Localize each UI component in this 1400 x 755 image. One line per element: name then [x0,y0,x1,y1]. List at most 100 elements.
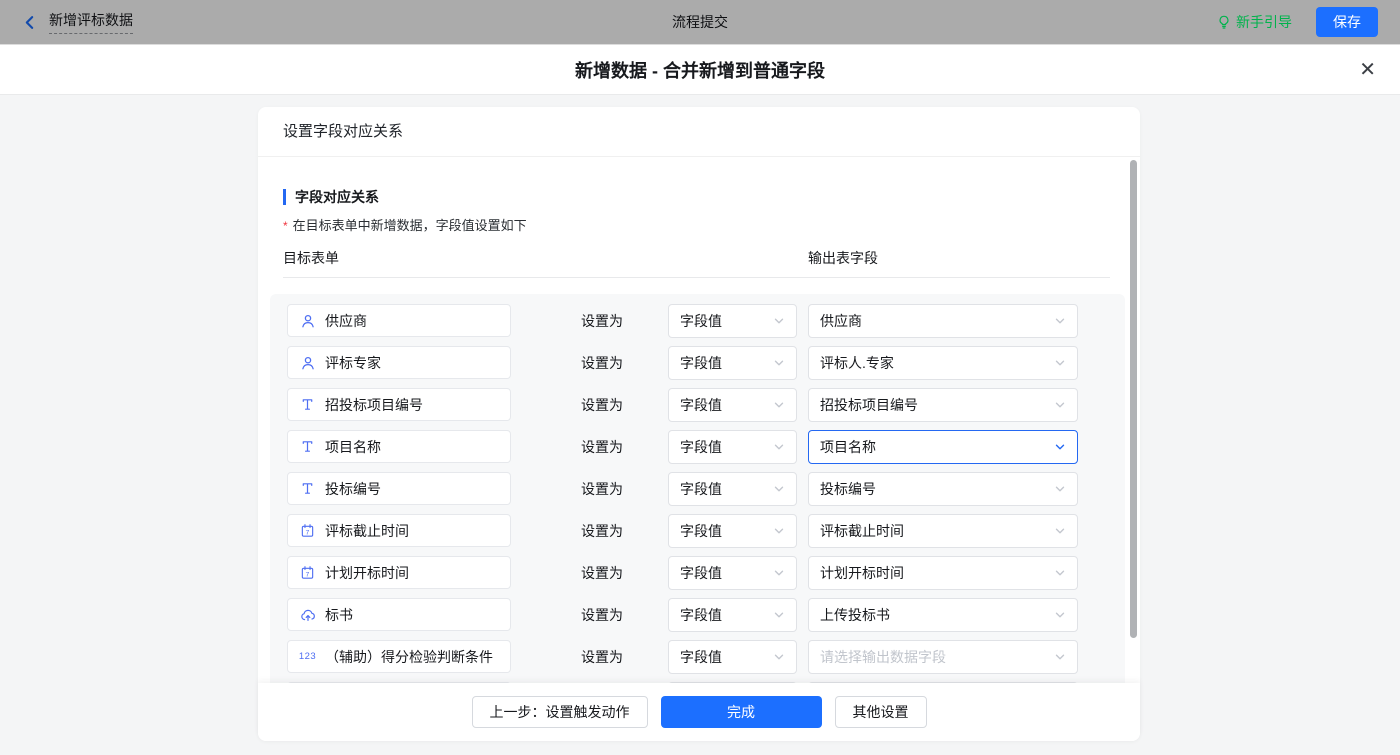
vertical-scrollbar[interactable] [1130,160,1137,638]
modal-header: 新增数据 - 合并新增到普通字段 ✕ [0,45,1400,95]
chevron-down-icon [1054,399,1066,411]
user-icon [299,313,316,329]
save-button[interactable]: 保存 [1316,7,1378,37]
chevron-down-icon [1054,567,1066,579]
required-mark: * [283,219,288,233]
target-field-box[interactable]: 投标编号 [287,472,511,505]
field-mapping-row: 标书 设置为 字段值 上传投标书 [287,598,1108,631]
beginner-guide-link[interactable]: 新手引导 [1217,12,1292,32]
output-field-select[interactable]: 计划开标时间 [808,556,1078,590]
value-type-select[interactable]: 字段值 [668,304,797,338]
set-as-label: 设置为 [581,479,625,499]
target-field-box[interactable]: 7计划开标时间 [287,556,511,589]
output-field-value: 请选择输出数据字段 [820,647,946,667]
value-type-value: 字段值 [680,353,722,373]
output-field-select[interactable]: 评标截止时间 [808,514,1078,548]
field-mapping-row: 评标专家设置为字段值评标人.专家 [287,346,1108,379]
output-field-value: 招投标项目编号 [820,395,918,415]
output-field-value: 上传投标书 [820,605,890,625]
target-field-box[interactable]: 7评标截止时间 [287,514,511,547]
value-type-select[interactable]: 字段值 [668,430,797,464]
target-field-box[interactable]: 评标专家 [287,346,511,379]
chevron-down-icon [773,315,785,327]
value-type-value: 字段值 [680,479,722,499]
previous-step-button[interactable]: 上一步：设置触发动作 [472,696,648,728]
chevron-down-icon [1054,315,1066,327]
svg-text:7: 7 [306,571,310,578]
value-type-value: 字段值 [680,521,722,541]
value-type-value: 字段值 [680,437,722,457]
target-field-box[interactable]: 123（辅助）得分检验判断条件 [287,640,511,673]
set-as-label: 设置为 [581,521,625,541]
chevron-down-icon [773,525,785,537]
field-mapping-row: 招投标项目编号设置为字段值招投标项目编号 [287,388,1108,421]
value-type-select[interactable]: 字段值 [668,346,797,380]
target-field-box[interactable]: 项目名称 [287,430,511,463]
output-field-select[interactable]: 招投标项目编号 [808,388,1078,422]
output-field-select[interactable]: 上传投标书 [808,598,1078,632]
output-field-value: 供应商 [820,311,862,331]
text-icon [299,439,316,454]
value-type-select[interactable]: 字段值 [668,388,797,422]
chevron-down-icon [773,483,785,495]
set-as-label: 设置为 [581,311,625,331]
target-field-label: 评标截止时间 [325,521,409,541]
beginner-guide-label: 新手引导 [1236,12,1292,32]
output-field-value: 计划开标时间 [820,563,904,583]
output-field-select[interactable]: 评标人.专家 [808,346,1078,380]
target-field-label: 投标编号 [325,479,381,499]
value-type-value: 字段值 [680,647,722,667]
field-mapping-row: 供应商 设置为 字段值 供应商 [287,304,1108,337]
output-field-select[interactable]: 投标编号 [808,472,1078,506]
close-icon[interactable]: ✕ [1359,60,1376,80]
target-field-box[interactable]: 招投标项目编号 [287,388,511,421]
text-icon [299,397,316,412]
chevron-down-icon [1054,483,1066,495]
field-mapping-row: 投标编号 设置为 字段值 投标编号 [287,472,1108,505]
other-settings-button[interactable]: 其他设置 [835,696,927,728]
modal-body: 设置字段对应关系 字段对应关系 *在目标表单中新增数据，字段值设置如下 目标表单… [0,95,1400,755]
value-type-select[interactable]: 字段值 [668,472,797,506]
user-icon [299,355,316,371]
field-mapping-row: 项目名称 设置为 字段值 项目名称 [287,430,1108,463]
target-field-label: 标书 [325,605,353,625]
card-scroll-area[interactable]: 字段对应关系 *在目标表单中新增数据，字段值设置如下 目标表单 输出表字段 供应… [258,157,1140,683]
set-as-label: 设置为 [581,647,625,667]
top-header-bar: 新增评标数据 流程提交 新手引导 保存 [0,0,1400,45]
value-type-select[interactable]: 字段值 [668,640,797,674]
target-field-box[interactable]: 标书 [287,598,511,631]
value-type-value: 字段值 [680,563,722,583]
set-as-label: 设置为 [581,605,625,625]
value-type-select[interactable]: 字段值 [668,514,797,548]
output-field-value: 项目名称 [820,437,876,457]
output-field-value: 投标编号 [820,479,876,499]
output-field-select[interactable]: 项目名称 [808,430,1078,464]
chevron-down-icon [1054,651,1066,663]
target-field-label: 评标专家 [325,353,381,373]
output-field-select[interactable]: 供应商 [808,304,1078,338]
lightbulb-icon [1217,15,1231,29]
set-as-label: 设置为 [581,437,625,457]
text-icon [299,481,316,496]
chevron-down-icon [773,441,785,453]
field-mapping-row: 7评标截止时间 设置为 字段值 评标截止时间 [287,514,1108,547]
finish-button[interactable]: 完成 [661,696,822,728]
rows-panel: 供应商设置为字段值供应商评标专家设置为字段值评标人.专家招投标项目编号设置为字段… [270,294,1125,683]
chevron-down-icon [773,399,785,411]
number-icon: 123 [299,651,316,662]
output-field-select[interactable]: 请选择输出数据字段 [808,640,1078,674]
upload-icon [299,607,316,623]
target-field-label: 项目名称 [325,437,381,457]
value-type-select[interactable]: 字段值 [668,556,797,590]
calendar-icon: 7 [299,565,316,580]
chevron-down-icon [773,357,785,369]
chevron-down-icon [773,609,785,621]
target-field-box[interactable]: 供应商 [287,304,511,337]
chevron-down-icon [773,567,785,579]
column-header-divider [283,277,1110,278]
section-title: 字段对应关系 [283,189,1115,205]
field-mapping-card: 设置字段对应关系 字段对应关系 *在目标表单中新增数据，字段值设置如下 目标表单… [258,107,1140,741]
value-type-select[interactable]: 字段值 [668,598,797,632]
chevron-down-icon [1054,525,1066,537]
output-field-value: 评标人.专家 [820,353,894,373]
